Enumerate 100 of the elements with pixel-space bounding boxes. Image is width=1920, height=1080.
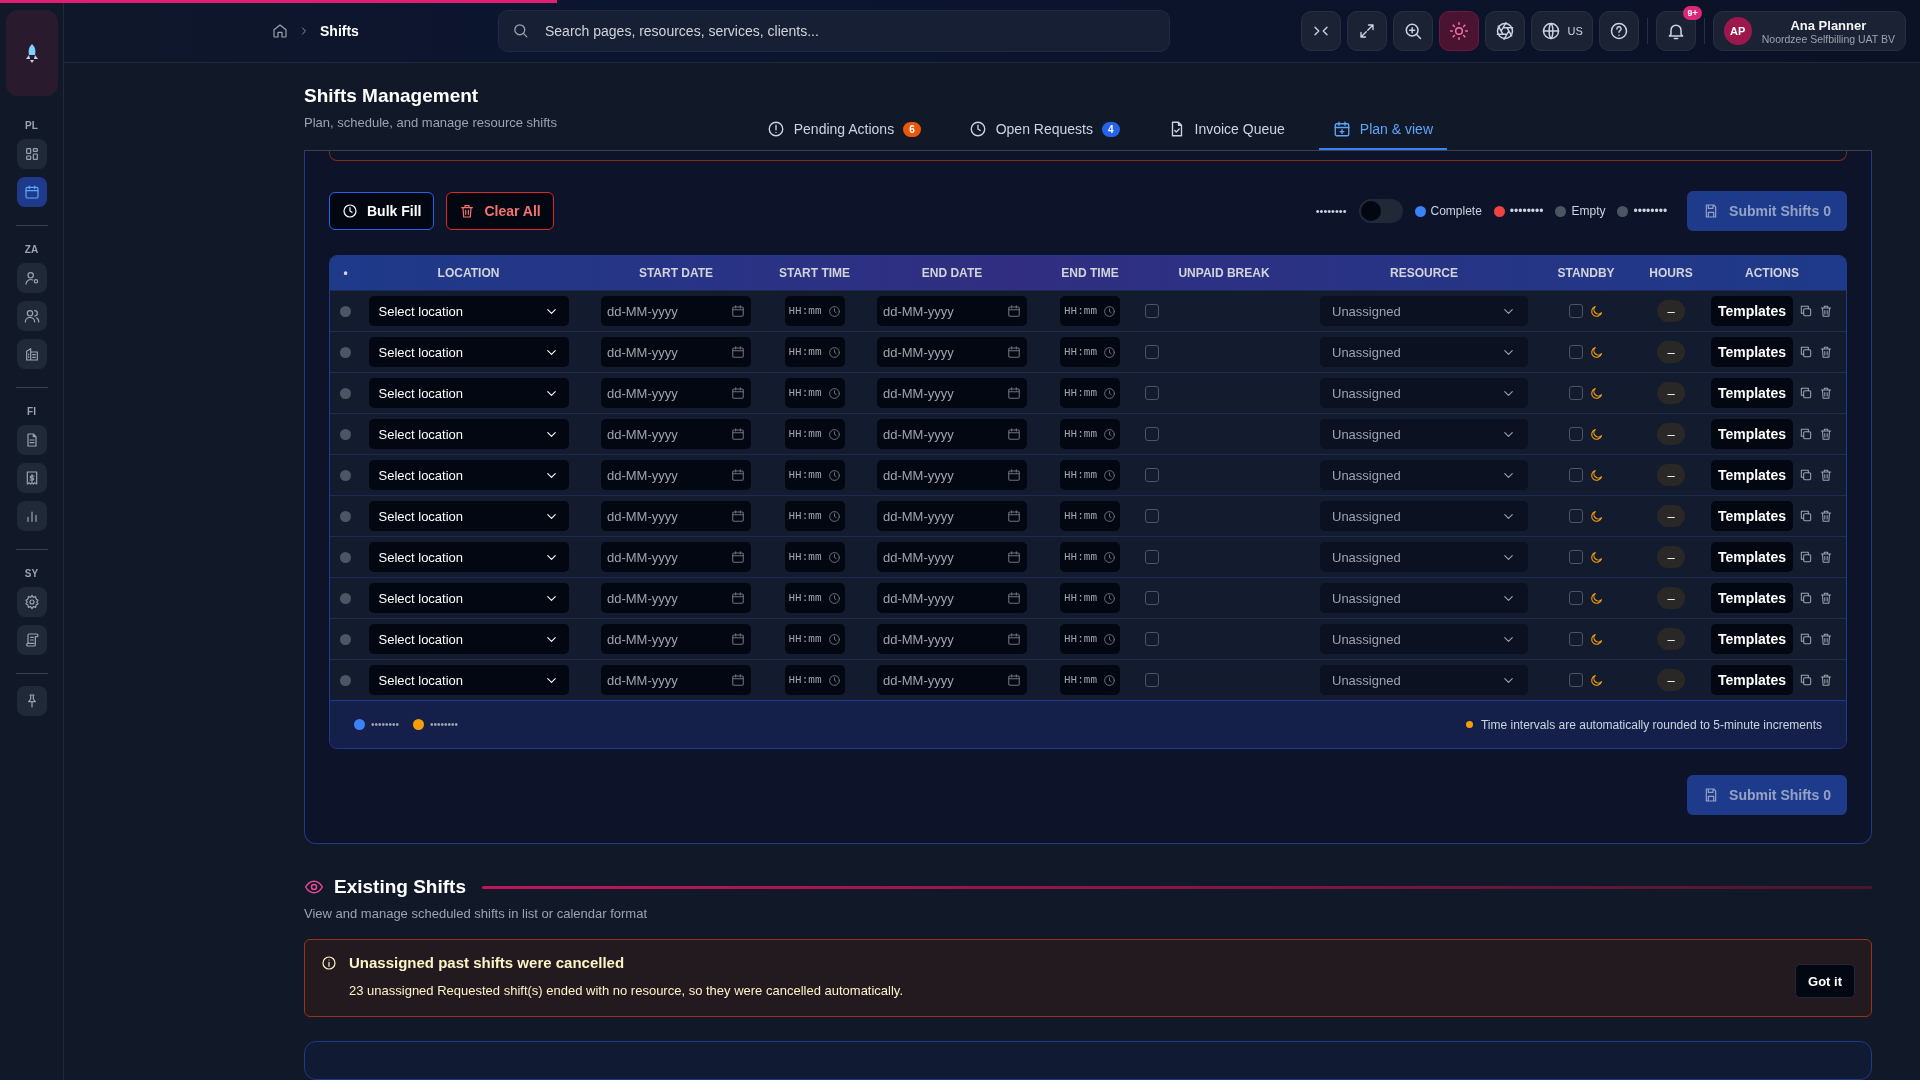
templates-button[interactable]: Templates — [1710, 624, 1794, 654]
time-field[interactable]: HH:mm — [1060, 583, 1120, 613]
date-field[interactable]: dd-MM-yyyy — [877, 419, 1027, 449]
time-field[interactable]: HH:mm — [784, 665, 845, 695]
sidebar-item[interactable] — [16, 339, 47, 369]
time-field[interactable]: HH:mm — [784, 460, 845, 490]
location-select[interactable]: Select location — [368, 460, 569, 490]
location-select[interactable]: Select location — [368, 501, 569, 531]
checkbox[interactable] — [1568, 673, 1583, 687]
sidebar-item[interactable] — [16, 177, 47, 207]
date-field[interactable]: dd-MM-yyyy — [601, 378, 751, 408]
date-field[interactable]: dd-MM-yyyy — [877, 460, 1027, 490]
checkbox[interactable] — [1145, 386, 1159, 400]
date-field[interactable]: dd-MM-yyyy — [601, 624, 751, 654]
sidebar-item[interactable] — [16, 463, 47, 493]
sidebar-item[interactable] — [16, 587, 47, 617]
location-select[interactable]: Select location — [368, 542, 569, 572]
templates-button[interactable]: Templates — [1710, 542, 1794, 572]
templates-button[interactable]: Templates — [1710, 460, 1794, 490]
time-field[interactable]: HH:mm — [784, 583, 845, 613]
resource-select[interactable]: Unassigned — [1320, 378, 1528, 408]
notifications-button[interactable] — [1655, 11, 1696, 51]
tab[interactable]: Pending Actions 6 — [752, 112, 935, 150]
location-select[interactable]: Select location — [368, 296, 569, 326]
templates-button[interactable]: Templates — [1710, 665, 1794, 695]
checkbox[interactable] — [1145, 591, 1159, 605]
time-field[interactable]: HH:mm — [1060, 665, 1120, 695]
resource-select[interactable]: Unassigned — [1320, 337, 1528, 367]
location-select[interactable]: Select location — [368, 378, 569, 408]
checkbox[interactable] — [1568, 468, 1583, 482]
resource-select[interactable]: Unassigned — [1320, 624, 1528, 654]
theme-button[interactable] — [1439, 11, 1480, 51]
sidebar-item[interactable] — [16, 425, 47, 455]
resource-select[interactable]: Unassigned — [1320, 583, 1528, 613]
checkbox[interactable] — [1145, 468, 1159, 482]
time-field[interactable]: HH:mm — [784, 419, 845, 449]
date-field[interactable]: dd-MM-yyyy — [877, 378, 1027, 408]
resource-select[interactable]: Unassigned — [1320, 542, 1528, 572]
location-select[interactable]: Select location — [368, 583, 569, 613]
time-field[interactable]: HH:mm — [784, 296, 845, 326]
user-menu[interactable]: AP Ana Planner Noordzee Selfbilling UAT BV — [1712, 11, 1906, 51]
date-field[interactable]: dd-MM-yyyy — [601, 419, 751, 449]
checkbox[interactable] — [1145, 345, 1159, 359]
templates-button[interactable]: Templates — [1710, 337, 1794, 367]
date-field[interactable]: dd-MM-yyyy — [877, 337, 1027, 367]
date-field[interactable]: dd-MM-yyyy — [601, 501, 751, 531]
clear-all-button[interactable]: Clear All — [446, 192, 554, 230]
time-field[interactable]: HH:mm — [1060, 501, 1120, 531]
fullscreen-button[interactable] — [1347, 11, 1388, 51]
checkbox[interactable] — [1145, 632, 1159, 646]
time-field[interactable]: HH:mm — [1060, 296, 1120, 326]
time-field[interactable]: HH:mm — [784, 501, 845, 531]
location-select[interactable]: Select location — [368, 337, 569, 367]
resource-select[interactable]: Unassigned — [1320, 419, 1528, 449]
checkbox[interactable] — [1568, 632, 1583, 646]
location-select[interactable]: Select location — [368, 624, 569, 654]
help-button[interactable] — [1598, 11, 1639, 51]
checkbox[interactable] — [1568, 304, 1583, 318]
date-field[interactable]: dd-MM-yyyy — [601, 542, 751, 572]
date-field[interactable]: dd-MM-yyyy — [601, 296, 751, 326]
tab[interactable]: Invoice Queue — [1153, 112, 1299, 150]
checkbox[interactable] — [1145, 427, 1159, 441]
time-field[interactable]: HH:mm — [784, 624, 845, 654]
aperture-button[interactable] — [1485, 11, 1526, 51]
resource-select[interactable]: Unassigned — [1320, 296, 1528, 326]
time-field[interactable]: HH:mm — [784, 378, 845, 408]
templates-button[interactable]: Templates — [1710, 583, 1794, 613]
checkbox[interactable] — [1568, 427, 1583, 441]
time-field[interactable]: HH:mm — [1060, 419, 1120, 449]
date-field[interactable]: dd-MM-yyyy — [877, 665, 1027, 695]
zoom-button[interactable] — [1393, 11, 1434, 51]
got-it-button[interactable]: Got it — [1795, 964, 1855, 998]
checkbox[interactable] — [1568, 591, 1583, 605]
templates-button[interactable]: Templates — [1710, 501, 1794, 531]
sidebar-item[interactable] — [16, 625, 47, 655]
date-field[interactable]: dd-MM-yyyy — [601, 460, 751, 490]
date-field[interactable]: dd-MM-yyyy — [601, 583, 751, 613]
search-field[interactable]: Search pages, resources, services, clients... — [498, 10, 1170, 52]
location-select[interactable]: Select location — [368, 665, 569, 695]
resource-select[interactable]: Unassigned — [1320, 665, 1528, 695]
date-field[interactable]: dd-MM-yyyy — [877, 296, 1027, 326]
date-field[interactable]: dd-MM-yyyy — [601, 337, 751, 367]
date-field[interactable]: dd-MM-yyyy — [877, 501, 1027, 531]
checkbox[interactable] — [1568, 509, 1583, 523]
templates-button[interactable]: Templates — [1710, 419, 1794, 449]
resource-select[interactable]: Unassigned — [1320, 501, 1528, 531]
sidebar-item[interactable] — [16, 301, 47, 331]
date-field[interactable]: dd-MM-yyyy — [877, 542, 1027, 572]
pin-button[interactable] — [16, 686, 47, 716]
checkbox[interactable] — [1145, 550, 1159, 564]
date-field[interactable]: dd-MM-yyyy — [877, 583, 1027, 613]
checkbox[interactable] — [1145, 304, 1159, 318]
time-field[interactable]: HH:mm — [784, 337, 845, 367]
checkbox[interactable] — [1568, 345, 1583, 359]
tab[interactable]: Open Requests 4 — [954, 112, 1134, 150]
templates-button[interactable]: Templates — [1710, 378, 1794, 408]
time-field[interactable]: HH:mm — [1060, 460, 1120, 490]
resource-select[interactable]: Unassigned — [1320, 460, 1528, 490]
checkbox[interactable] — [1145, 673, 1159, 687]
sidebar-item[interactable] — [16, 501, 47, 531]
